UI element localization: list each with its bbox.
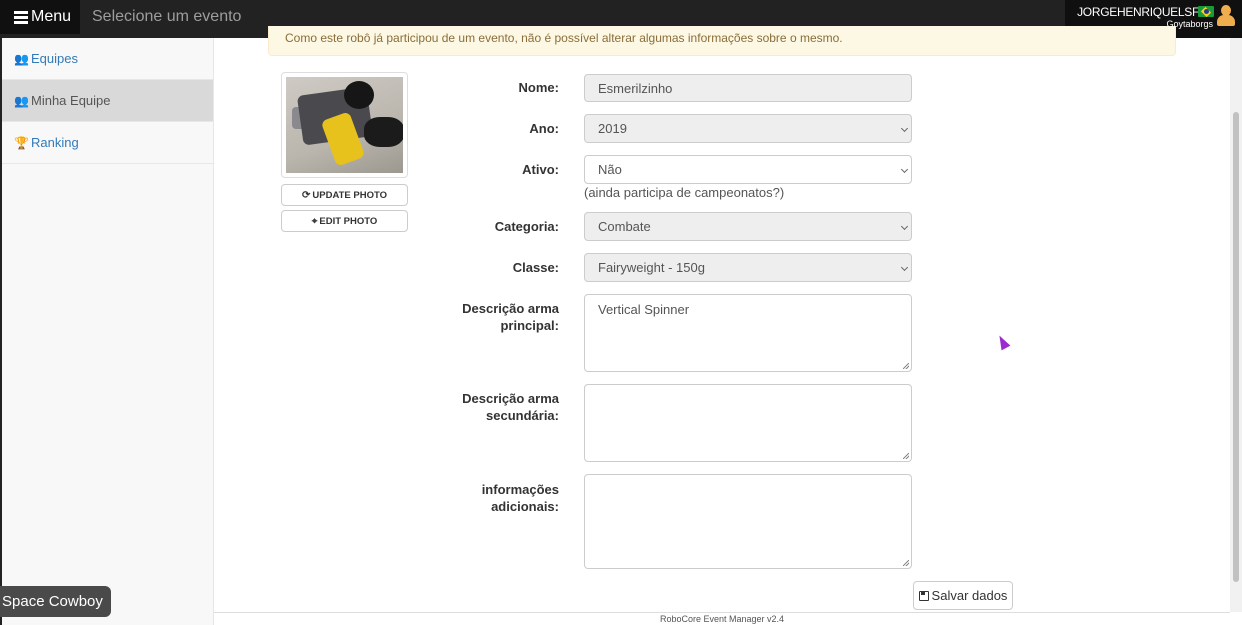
- update-photo-label: UPDATE PHOTO: [312, 189, 387, 201]
- robot-image: [286, 77, 403, 173]
- arma-secundaria-label: Descrição arma secundária:: [462, 390, 559, 424]
- arma-secundaria-label-line2: secundária:: [486, 408, 559, 423]
- categoria-value: Combate: [598, 219, 651, 234]
- classe-select[interactable]: Fairyweight - 150g: [584, 253, 912, 282]
- users-icon: 👥: [14, 93, 29, 108]
- info-adicionais-label-line1: informações: [481, 482, 559, 497]
- ano-value: 2019: [598, 121, 627, 136]
- update-photo-button[interactable]: ⟳ UPDATE PHOTO: [281, 184, 408, 206]
- save-button[interactable]: Salvar dados: [913, 581, 1013, 610]
- menu-label: Menu: [31, 8, 72, 25]
- info-adicionais-label: informações adicionais:: [482, 481, 559, 515]
- classe-label: Classe:: [512, 260, 559, 275]
- users-icon: 👥: [14, 51, 29, 66]
- arma-secundaria-label-line1: Descrição arma: [462, 391, 559, 406]
- arma-principal-textarea[interactable]: Vertical Spinner: [584, 294, 912, 372]
- arma-principal-label-line1: Descrição arma: [462, 301, 559, 316]
- arma-secundaria-textarea[interactable]: [584, 384, 912, 462]
- info-adicionais-label-line2: adicionais:: [491, 499, 559, 514]
- trophy-icon: 🏆: [14, 135, 29, 150]
- page-scrollbar[interactable]: [1230, 38, 1242, 612]
- categoria-select[interactable]: Combate: [584, 212, 912, 241]
- sidebar-item-label: Ranking: [31, 135, 79, 150]
- sidebar: 👥 Equipes 👥 Minha Equipe 🏆 Ranking: [0, 38, 214, 625]
- scroll-thumb[interactable]: [1233, 112, 1239, 582]
- edit-photo-label: EDIT PHOTO: [319, 215, 378, 227]
- info-adicionais-textarea[interactable]: [584, 474, 912, 569]
- event-selector[interactable]: Selecione um evento: [92, 8, 241, 26]
- ano-label: Ano:: [529, 121, 559, 136]
- main-content: Como este robô já participou de um event…: [214, 26, 1230, 612]
- ativo-help-text: (ainda participa de campeonatos?): [584, 185, 785, 200]
- ativo-value: Não: [598, 162, 622, 177]
- menu-button[interactable]: Menu: [0, 0, 80, 34]
- sidebar-item-label: Minha Equipe: [31, 93, 111, 108]
- save-label: Salvar dados: [931, 588, 1008, 603]
- arma-principal-label-line2: principal:: [500, 318, 559, 333]
- robot-photo: [281, 72, 408, 178]
- sidebar-item-label: Equipes: [31, 51, 78, 66]
- user-icon: [1217, 5, 1235, 27]
- nome-label: Nome:: [518, 80, 559, 95]
- categoria-label: Categoria:: [494, 219, 559, 234]
- hamburger-icon: [14, 11, 28, 24]
- arma-principal-value: Vertical Spinner: [598, 302, 690, 317]
- user-name: JORGEHENRIQUELSF: [1077, 5, 1199, 19]
- toast-notification: Space Cowboy: [0, 586, 111, 617]
- footer: RoboCore Event Manager v2.4: [214, 612, 1230, 625]
- sidebar-item-equipes[interactable]: 👥 Equipes: [2, 38, 213, 80]
- edit-photo-button[interactable]: ⌖ EDIT PHOTO: [281, 210, 408, 232]
- arma-principal-label: Descrição arma principal:: [462, 300, 559, 334]
- warning-alert: Como este robô já participou de um event…: [268, 26, 1176, 56]
- sidebar-item-minha-equipe[interactable]: 👥 Minha Equipe: [2, 80, 213, 122]
- nome-field[interactable]: Esmerilzinho: [584, 74, 912, 102]
- brazil-flag-icon: [1198, 6, 1214, 17]
- classe-value: Fairyweight - 150g: [598, 260, 705, 275]
- refresh-icon: ⟳: [302, 189, 311, 201]
- crop-icon: ⌖: [311, 215, 318, 227]
- sidebar-item-ranking[interactable]: 🏆 Ranking: [2, 122, 213, 164]
- ativo-label: Ativo:: [522, 162, 559, 177]
- ativo-select[interactable]: Não: [584, 155, 912, 184]
- ano-select[interactable]: 2019: [584, 114, 912, 143]
- floppy-disk-icon: [918, 590, 929, 601]
- nome-value: Esmerilzinho: [598, 80, 673, 96]
